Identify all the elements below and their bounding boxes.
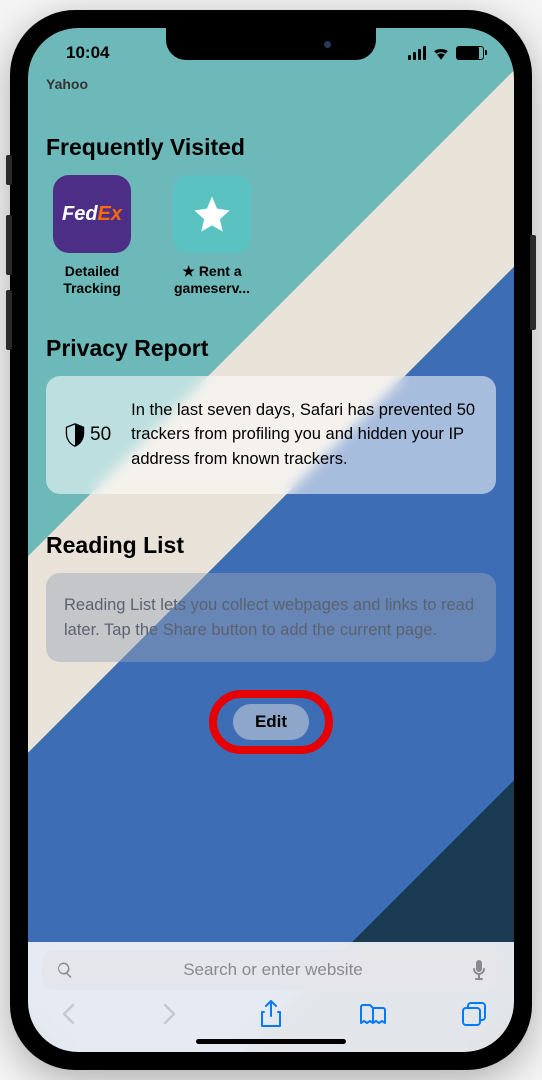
volume-down-button — [6, 290, 12, 350]
wifi-icon — [432, 46, 450, 60]
back-button — [54, 1000, 82, 1028]
screen: 10:04 Yahoo Frequently Visited FedEx Det… — [28, 28, 514, 1052]
star-icon — [173, 175, 251, 253]
reading-list-card[interactable]: Reading List lets you collect webpages a… — [46, 573, 496, 663]
search-icon — [56, 961, 74, 979]
edit-button-container: Edit — [46, 704, 496, 740]
fedex-icon: FedEx — [53, 175, 131, 253]
volume-up-button — [6, 215, 12, 275]
home-indicator[interactable] — [196, 1039, 346, 1044]
frequently-visited-item[interactable]: ★ Rent a gameserv... — [166, 175, 258, 297]
search-placeholder: Search or enter website — [86, 960, 460, 980]
search-bar[interactable]: Search or enter website — [42, 950, 500, 990]
privacy-report-text: In the last seven days, Safari has preve… — [131, 398, 478, 472]
frequently-visited-label: Detailed Tracking — [46, 263, 138, 297]
shield-icon — [64, 423, 86, 447]
phone-frame: 10:04 Yahoo Frequently Visited FedEx Det… — [10, 10, 532, 1070]
frequently-visited-title: Frequently Visited — [46, 134, 496, 161]
front-camera — [324, 41, 331, 48]
privacy-count: 50 — [64, 423, 111, 447]
reading-list-title: Reading List — [46, 532, 496, 559]
privacy-report-title: Privacy Report — [46, 335, 496, 362]
power-button — [530, 235, 536, 330]
share-button[interactable] — [257, 1000, 285, 1028]
reading-list-text: Reading List lets you collect webpages a… — [64, 596, 474, 639]
silence-switch — [6, 155, 12, 185]
battery-icon — [456, 46, 484, 60]
start-page-content[interactable]: Yahoo Frequently Visited FedEx Detailed … — [28, 78, 514, 942]
frequently-visited-label: ★ Rent a gameserv... — [166, 263, 258, 297]
microphone-icon[interactable] — [472, 960, 486, 980]
navigation-toolbar — [28, 990, 514, 1028]
privacy-report-card[interactable]: 50 In the last seven days, Safari has pr… — [46, 376, 496, 494]
favorites-item-cutoff: Yahoo — [46, 78, 496, 92]
bookmarks-button[interactable] — [359, 1000, 387, 1028]
frequently-visited-row: FedEx Detailed Tracking ★ Rent a gameser… — [46, 175, 496, 297]
notch — [166, 28, 376, 60]
bottom-toolbar: Search or enter website — [28, 942, 514, 1052]
cellular-signal-icon — [408, 46, 426, 60]
tabs-button[interactable] — [460, 1000, 488, 1028]
tracker-count: 50 — [90, 424, 111, 446]
frequently-visited-item[interactable]: FedEx Detailed Tracking — [46, 175, 138, 297]
status-time: 10:04 — [58, 43, 109, 63]
forward-button — [156, 1000, 184, 1028]
annotation-highlight — [209, 690, 333, 754]
